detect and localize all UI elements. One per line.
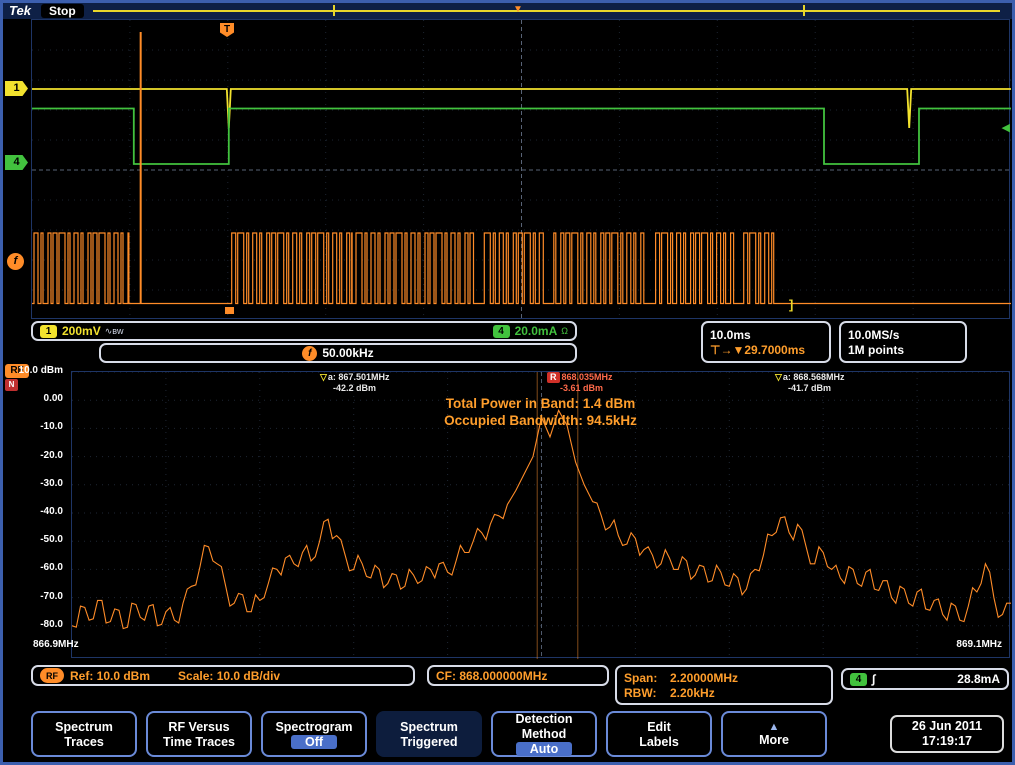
span-label: Span: [624, 671, 670, 685]
tek-logo: Tek [9, 3, 31, 19]
occupied-bandwidth-annotation: Occupied Bandwidth: 94.5kHz [71, 412, 1010, 429]
menu-button-label: Edit [647, 720, 671, 734]
menu-button-label: Spectrum [55, 720, 113, 734]
spectrum-stop-frequency-label: 869.1MHz [956, 639, 1002, 650]
horizontal-readout-box[interactable]: 10.0ms ⊤→▼29.7000ms [701, 321, 831, 363]
span-value: 2.20000MHz [670, 671, 738, 685]
vertical-readout-box[interactable]: 1 200mV ∿ʙᴡ 4 20.0mA Ω [31, 321, 577, 341]
rf-f-readout-box[interactable]: f 50.00kHz [99, 343, 577, 363]
spectrum-y-label: -60.0 [3, 562, 63, 573]
menu-button-label: Method [522, 727, 566, 741]
ch1-ground-badge[interactable]: 1 [5, 81, 28, 96]
menu-button-spectrogram[interactable]: SpectrogramOff [261, 711, 367, 757]
acquisition-preview-bar[interactable] [93, 10, 1000, 12]
record-length-readout: 1M points [848, 343, 904, 357]
menu-button-edit-labels[interactable]: EditLabels [606, 711, 712, 757]
spectrum-y-label: -40.0 [3, 506, 63, 517]
spectrum-y-label: -70.0 [3, 591, 63, 602]
menu-button-label: Time Traces [163, 735, 235, 749]
spectrum-start-frequency-label: 866.9MHz [33, 639, 79, 650]
ch4-level-arrow-icon: ◀ [1002, 121, 1010, 134]
spectrum-y-label: -10.0 [3, 421, 63, 432]
acquisition-readout-box[interactable]: 10.0MS/s 1M points [839, 321, 967, 363]
bottom-menu-bar: SpectrumTracesRF VersusTime TracesSpectr… [31, 711, 827, 757]
sample-rate-readout: 10.0MS/s [848, 328, 899, 342]
rbw-label: RBW: [624, 686, 670, 700]
spectrum-annotations: Total Power in Band: 1.4 dBm Occupied Ba… [71, 395, 1010, 429]
menu-button-label: Triggered [401, 735, 458, 749]
spectrum-y-label: -50.0 [3, 534, 63, 545]
menu-button-label: Detection [516, 712, 573, 726]
menu-button-label: More [759, 733, 789, 747]
spectrum-y-label: 0.00 [3, 393, 63, 404]
preview-window-right-bracket[interactable] [803, 5, 805, 16]
horizontal-scale-readout: 10.0ms [710, 328, 751, 342]
rf-f-badge[interactable]: f [302, 346, 317, 361]
ch1-scale-readout: 200mV [62, 324, 101, 338]
acquisition-status: Stop [41, 4, 84, 18]
span-rbw-box[interactable]: Span:2.20000MHz RBW:2.20kHz [615, 665, 833, 705]
ch1-coupling-icons: ∿ʙᴡ [105, 326, 124, 337]
menu-button-rf-versus-time-traces[interactable]: RF VersusTime Traces [146, 711, 252, 757]
ch4-measurement-box[interactable]: 4 ∫ 28.8mA [841, 668, 1009, 690]
spectrum-y-label: -20.0 [3, 450, 63, 461]
menu-button-detection-method[interactable]: DetectionMethodAuto [491, 711, 597, 757]
ch4-current-readout: 28.8mA [957, 672, 1000, 686]
preview-trigger-marker-icon: ▼ [513, 4, 523, 16]
oscilloscope-screen: Tek Stop ▼ 1 4 f RF N ◀ T ] 1 200mV ∿ʙᴡ … [0, 0, 1015, 765]
rbw-value: 2.20kHz [670, 686, 715, 700]
menu-button-label: Traces [64, 735, 104, 749]
rf-frequency-trace-badge[interactable]: f [7, 253, 24, 270]
menu-button-selection[interactable]: Auto [516, 742, 572, 756]
more-arrow-icon: ▲ [769, 722, 780, 732]
menu-button-more[interactable]: ▲More [721, 711, 827, 757]
expand-bracket-icon: ] [789, 297, 793, 312]
spectrum-y-label: -30.0 [3, 478, 63, 489]
menu-button-label: Spectrum [400, 720, 458, 734]
preview-window-left-bracket[interactable] [333, 5, 335, 16]
date-readout: 26 Jun 2011 [912, 719, 982, 734]
center-frequency-readout: CF: 868.000000MHz [436, 669, 547, 683]
integral-icon: ∫ [872, 672, 875, 686]
total-power-annotation: Total Power in Band: 1.4 dBm [71, 395, 1010, 412]
datetime-box: 26 Jun 2011 17:19:17 [890, 715, 1004, 753]
rf-ref-scale-box[interactable]: RF Ref: 10.0 dBm Scale: 10.0 dB/div [31, 665, 415, 686]
rf-ref-level-readout: Ref: 10.0 dBm [70, 669, 150, 683]
ch4-measurement-badge[interactable]: 4 [850, 673, 867, 686]
trigger-slope-icon: ⊤→▼ [710, 343, 744, 357]
menu-button-spectrum-traces[interactable]: SpectrumTraces [31, 711, 137, 757]
ch1-badge[interactable]: 1 [40, 325, 57, 338]
menu-button-label: Labels [639, 735, 679, 749]
ch4-badge[interactable]: 4 [493, 325, 510, 338]
top-status-bar: Tek Stop ▼ [3, 3, 1012, 19]
trigger-position-readout: 29.7000ms [744, 343, 805, 357]
rf-scale-readout: Scale: 10.0 dB/div [178, 669, 280, 683]
center-frequency-box[interactable]: CF: 868.000000MHz [427, 665, 609, 686]
spectrum-y-axis-labels: 10.0 dBm0.00-10.0-20.0-30.0-40.0-50.0-60… [3, 371, 67, 658]
ch4-ground-badge[interactable]: 4 [5, 155, 28, 170]
rf-badge[interactable]: RF [40, 668, 64, 683]
spectrum-y-label: 10.0 dBm [3, 365, 63, 376]
menu-button-label: RF Versus [168, 720, 229, 734]
menu-button-label: Spectrogram [275, 720, 352, 734]
menu-button-spectrum-triggered[interactable]: SpectrumTriggered [376, 711, 482, 757]
trigger-bottom-marker[interactable] [225, 307, 234, 314]
menu-button-selection[interactable]: Off [291, 735, 337, 749]
time-domain-traces [32, 20, 1011, 320]
spectrum-y-label: -80.0 [3, 619, 63, 630]
time-domain-graticule[interactable] [31, 19, 1010, 319]
rf-f-scale-readout: 50.00kHz [322, 346, 373, 360]
ch4-scale-readout: 20.0mA [515, 324, 558, 338]
time-readout: 17:19:17 [922, 734, 972, 749]
ch4-impedance-icon: Ω [561, 326, 568, 336]
